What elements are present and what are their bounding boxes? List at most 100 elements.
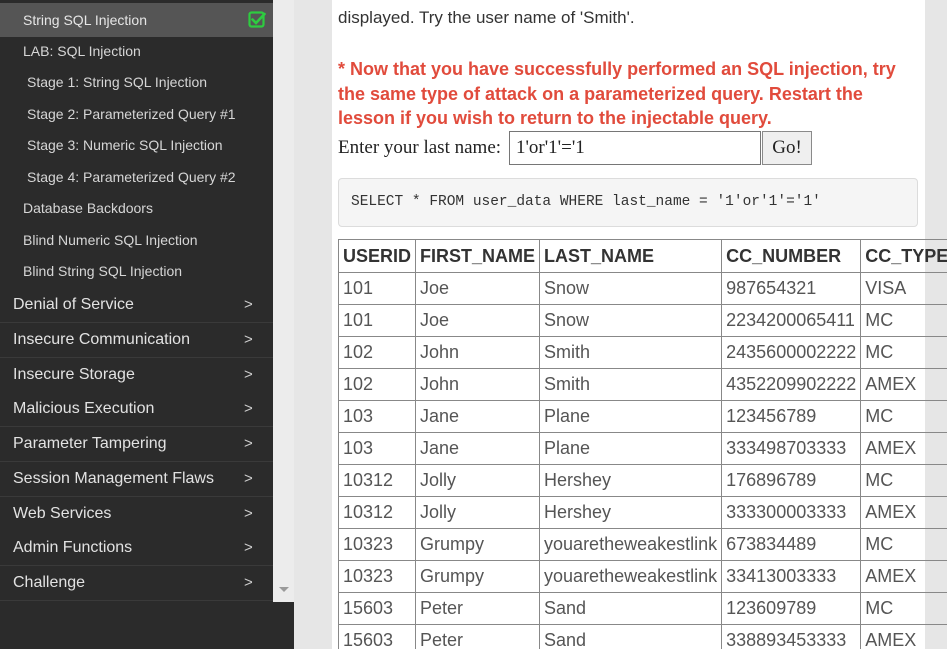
sidebar-lesson-item[interactable]: Stage 4: Parameterized Query #2 [0, 162, 273, 193]
sidebar-category-label: Session Management Flaws [13, 469, 214, 487]
sidebar-category-label: Malicious Execution [13, 400, 155, 418]
table-cell: youaretheweakestlink [539, 528, 723, 561]
table-cell: 10312 [338, 496, 417, 529]
table-cell: Joe [415, 272, 541, 305]
sidebar-lesson-item[interactable]: LAB: SQL Injection [0, 36, 273, 67]
sidebar-category-label: Admin Functions [13, 539, 133, 557]
table-cell: AMEX [860, 496, 947, 529]
table-cell: Peter [415, 592, 541, 625]
sidebar-category-item[interactable]: Session Management Flaws > [0, 461, 273, 497]
table-cell: AMEX [860, 432, 947, 465]
sidebar-lesson-item[interactable]: Stage 3: Numeric SQL Injection [0, 130, 273, 161]
sidebar-category-item[interactable]: Challenge > [0, 566, 273, 601]
sidebar-lesson-item[interactable]: Database Backdoors [0, 193, 273, 224]
sidebar-lesson-item[interactable]: Stage 2: Parameterized Query #1 [0, 99, 273, 130]
chevron-right-icon: > [244, 539, 253, 557]
table-cell: 15603 [338, 624, 417, 649]
sidebar-lesson-label: Blind Numeric SQL Injection [23, 232, 198, 248]
table-row: 10312 Jolly Hershey 176896789 MC [338, 464, 947, 497]
table-cell: MC [860, 336, 947, 369]
table-cell: AMEX [860, 624, 947, 649]
table-cell: John [415, 368, 541, 401]
table-cell: Smith [539, 336, 723, 369]
table-cell: Smith [539, 368, 723, 401]
table-cell: Grumpy [415, 560, 541, 593]
last-name-input[interactable] [509, 131, 761, 165]
table-cell: 10323 [338, 528, 417, 561]
table-cell: 123609789 [721, 592, 862, 625]
sidebar-lesson-item[interactable]: Stage 1: String SQL Injection [0, 67, 273, 98]
sidebar-lesson-label: Stage 3: Numeric SQL Injection [27, 137, 223, 153]
column-header: CC_TYPE [860, 239, 947, 273]
sidebar-lesson-label: Stage 2: Parameterized Query #1 [27, 106, 236, 122]
sidebar-category-item[interactable]: Malicious Execution > [0, 392, 273, 428]
sidebar-scrollbar[interactable] [273, 0, 294, 602]
sql-query-display: SELECT * FROM user_data WHERE last_name … [338, 178, 918, 227]
column-header: USERID [338, 239, 417, 273]
table-cell: John [415, 336, 541, 369]
table-cell: MC [860, 304, 947, 337]
table-row: 10312 Jolly Hershey 333300003333 AMEX [338, 496, 947, 529]
table-cell: AMEX [860, 368, 947, 401]
sidebar-lesson-item[interactable]: Blind Numeric SQL Injection [0, 225, 273, 256]
sidebar-lesson-item[interactable]: Blind String SQL Injection [0, 256, 273, 287]
table-cell: Plane [539, 400, 723, 433]
chevron-right-icon: > [244, 330, 253, 348]
sidebar-category-item[interactable]: Parameter Tampering > [0, 427, 273, 462]
sidebar-lesson-label: Stage 4: Parameterized Query #2 [27, 169, 236, 185]
column-header: CC_NUMBER [721, 239, 862, 273]
table-cell: MC [860, 528, 947, 561]
table-cell: 333300003333 [721, 496, 862, 529]
table-cell: 101 [338, 304, 417, 337]
table-cell: Snow [539, 304, 723, 337]
table-cell: Snow [539, 272, 723, 305]
success-warning-message: * Now that you have successfully perform… [338, 59, 896, 128]
table-cell: 2435600002222 [721, 336, 862, 369]
table-cell: 103 [338, 432, 417, 465]
sidebar-lesson-label: Blind String SQL Injection [23, 263, 183, 279]
table-cell: Sand [539, 592, 723, 625]
table-cell: Hershey [539, 496, 723, 529]
sidebar-lesson-label: String SQL Injection [23, 12, 147, 28]
table-cell: MC [860, 592, 947, 625]
last-name-label: Enter your last name: [338, 137, 502, 158]
table-cell: MC [860, 400, 947, 433]
sidebar-footer [0, 602, 294, 649]
results-table-container: USERID FIRST_NAME LAST_NAME CC_NUMBER CC_TYP… [338, 239, 947, 649]
sidebar-lesson-item[interactable]: String SQL Injection [0, 3, 273, 37]
sidebar-category-label: Challenge [13, 574, 86, 591]
table-cell: MC [860, 464, 947, 497]
chevron-right-icon: > [244, 574, 253, 591]
chevron-right-icon: > [244, 296, 253, 313]
go-button[interactable]: Go! [762, 131, 812, 165]
table-cell: Grumpy [415, 528, 541, 561]
sidebar: String SQL Injection LAB: SQL Injection St… [0, 0, 273, 649]
chevron-right-icon: > [244, 469, 253, 487]
table-cell: Jane [415, 432, 541, 465]
table-cell: Joe [415, 304, 541, 337]
column-header: FIRST_NAME [415, 239, 541, 273]
sidebar-category-item[interactable]: Admin Functions > [0, 531, 273, 567]
results-table: USERID FIRST_NAME LAST_NAME CC_NUMBER CC_TYP… [338, 239, 947, 649]
sidebar-category-label: Denial of Service [13, 296, 134, 313]
table-row: 103 Jane Plane 123456789 MC [338, 400, 947, 433]
chevron-right-icon: > [244, 400, 253, 418]
table-row: 101 Joe Snow 2234200065411 MC [338, 304, 947, 337]
scroll-down-arrow-icon[interactable] [279, 587, 289, 592]
table-row: 101 Joe Snow 987654321 VISA [338, 272, 947, 305]
table-cell: 333498703333 [721, 432, 862, 465]
table-cell: youaretheweakestlink [539, 560, 723, 593]
sidebar-category-item[interactable]: Web Services > [0, 496, 273, 532]
table-cell: 123456789 [721, 400, 862, 433]
sidebar-category-item[interactable]: Insecure Storage > [0, 357, 273, 393]
table-cell: 338893453333 [721, 624, 862, 649]
table-cell: 4352209902222 [721, 368, 862, 401]
column-header: LAST_NAME [539, 239, 723, 273]
table-row: 15603 Peter Sand 338893453333 AMEX [338, 624, 947, 649]
table-row: 15603 Peter Sand 123609789 MC [338, 592, 947, 625]
sidebar-lesson-label: Stage 1: String SQL Injection [27, 74, 208, 90]
sidebar-category-item[interactable]: Insecure Communication > [0, 322, 273, 358]
table-row: 102 John Smith 2435600002222 MC [338, 336, 947, 369]
sidebar-category-item[interactable]: Denial of Service > [0, 288, 273, 323]
table-cell: VISA [860, 272, 947, 305]
